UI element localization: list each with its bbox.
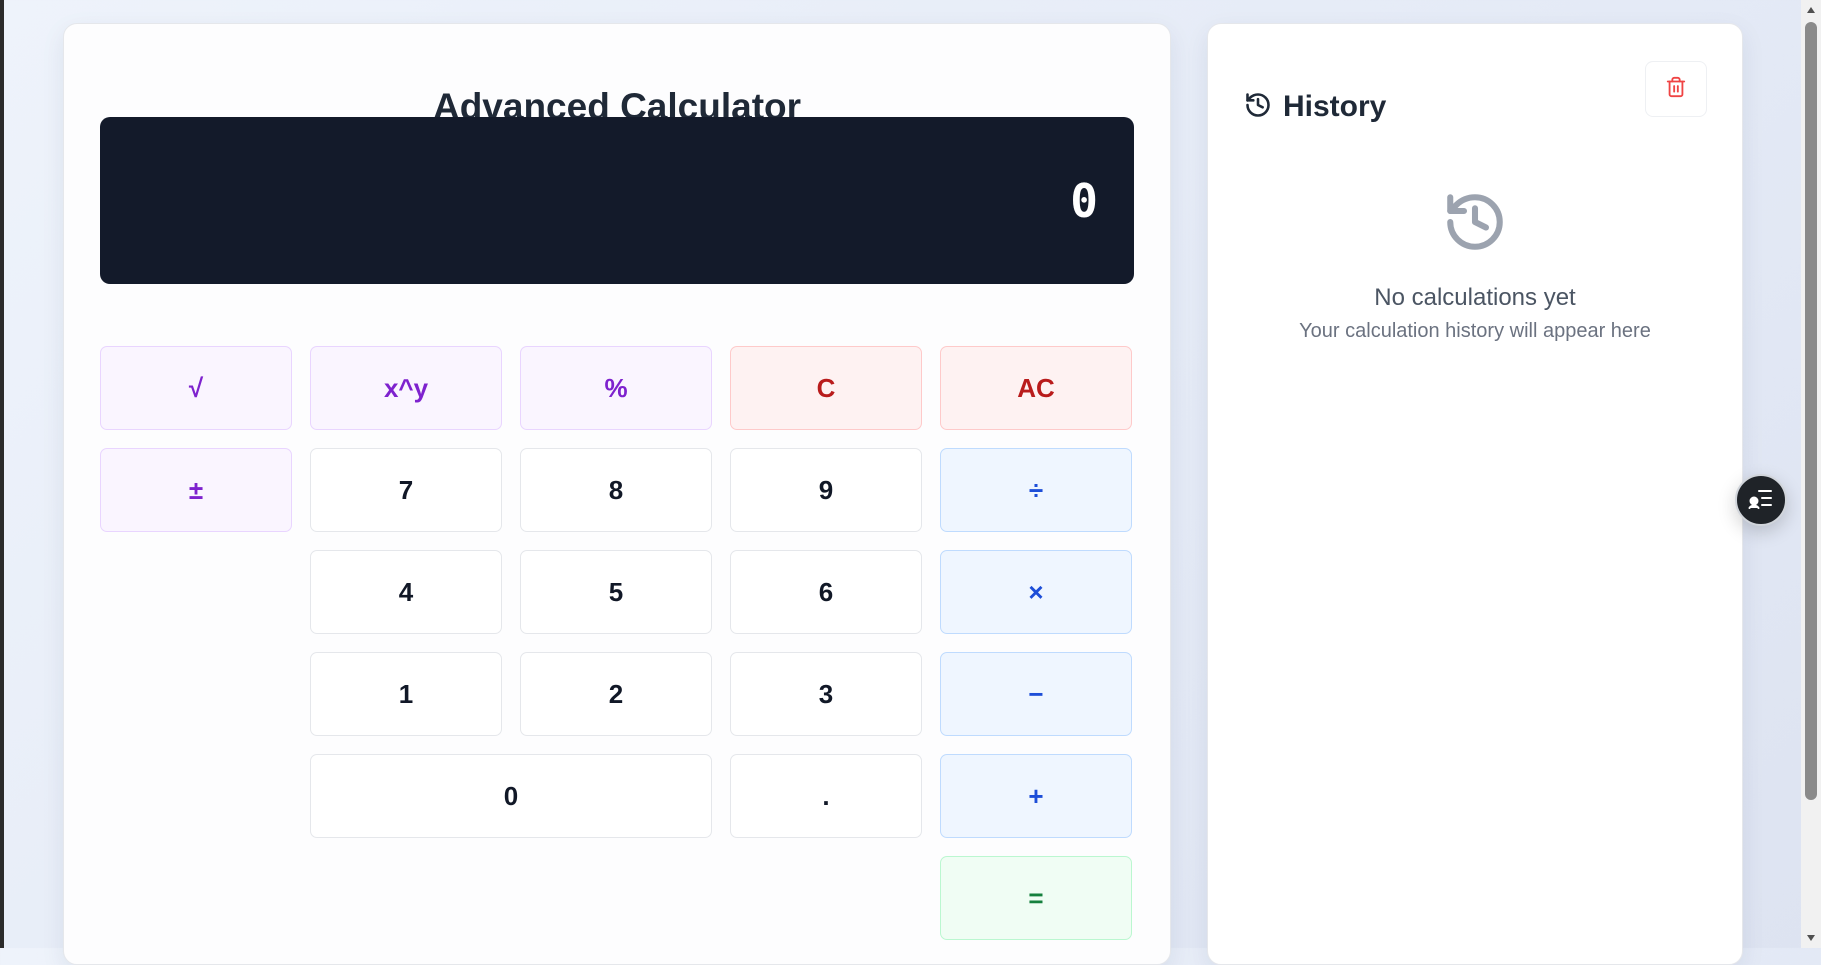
multiply-button[interactable]: × xyxy=(940,550,1132,634)
divide-button[interactable]: ÷ xyxy=(940,448,1132,532)
digit-8-button[interactable]: 8 xyxy=(520,448,712,532)
history-title: History xyxy=(1283,90,1387,123)
digit-5-button[interactable]: 5 xyxy=(520,550,712,634)
digit-9-button[interactable]: 9 xyxy=(730,448,922,532)
add-button[interactable]: + xyxy=(940,754,1132,838)
calculator-panel: Advanced Calculator 0 √ x^y % C AC ± 7 8… xyxy=(63,23,1171,965)
clear-history-button[interactable] xyxy=(1645,61,1707,117)
digit-3-button[interactable]: 3 xyxy=(730,652,922,736)
history-header: History xyxy=(1244,90,1386,124)
all-clear-button[interactable]: AC xyxy=(940,346,1132,430)
list-settings-icon xyxy=(1748,487,1774,514)
negate-button[interactable]: ± xyxy=(100,448,292,532)
keypad: √ x^y % C AC ± 7 8 9 ÷ 4 5 6 × 1 2 3 − 0… xyxy=(100,346,1132,940)
trash-icon xyxy=(1665,75,1687,104)
window-edge xyxy=(0,0,4,948)
digit-7-button[interactable]: 7 xyxy=(310,448,502,532)
vertical-scrollbar[interactable] xyxy=(1801,0,1821,948)
digit-0-button[interactable]: 0 xyxy=(310,754,712,838)
power-button[interactable]: x^y xyxy=(310,346,502,430)
digit-6-button[interactable]: 6 xyxy=(730,550,922,634)
history-panel: History No calculations yet Your calcula… xyxy=(1207,23,1743,965)
empty-history-icon xyxy=(1447,194,1503,250)
decimal-button[interactable]: . xyxy=(730,754,922,838)
empty-history-title: No calculations yet xyxy=(1374,284,1576,311)
scrollbar-thumb[interactable] xyxy=(1805,22,1817,800)
equals-button[interactable]: = xyxy=(940,856,1132,940)
history-empty-state: No calculations yet Your calculation his… xyxy=(1208,189,1742,343)
digit-2-button[interactable]: 2 xyxy=(520,652,712,736)
clear-button[interactable]: C xyxy=(730,346,922,430)
floating-action-button[interactable] xyxy=(1735,474,1787,526)
calculator-display: 0 xyxy=(100,117,1134,284)
display-value: 0 xyxy=(1070,173,1098,228)
digit-1-button[interactable]: 1 xyxy=(310,652,502,736)
empty-history-subtitle: Your calculation history will appear her… xyxy=(1299,320,1651,342)
history-icon xyxy=(1244,91,1272,124)
scroll-down-icon[interactable] xyxy=(1801,928,1821,948)
digit-4-button[interactable]: 4 xyxy=(310,550,502,634)
percent-button[interactable]: % xyxy=(520,346,712,430)
scroll-up-icon[interactable] xyxy=(1801,0,1821,20)
sqrt-button[interactable]: √ xyxy=(100,346,292,430)
subtract-button[interactable]: − xyxy=(940,652,1132,736)
